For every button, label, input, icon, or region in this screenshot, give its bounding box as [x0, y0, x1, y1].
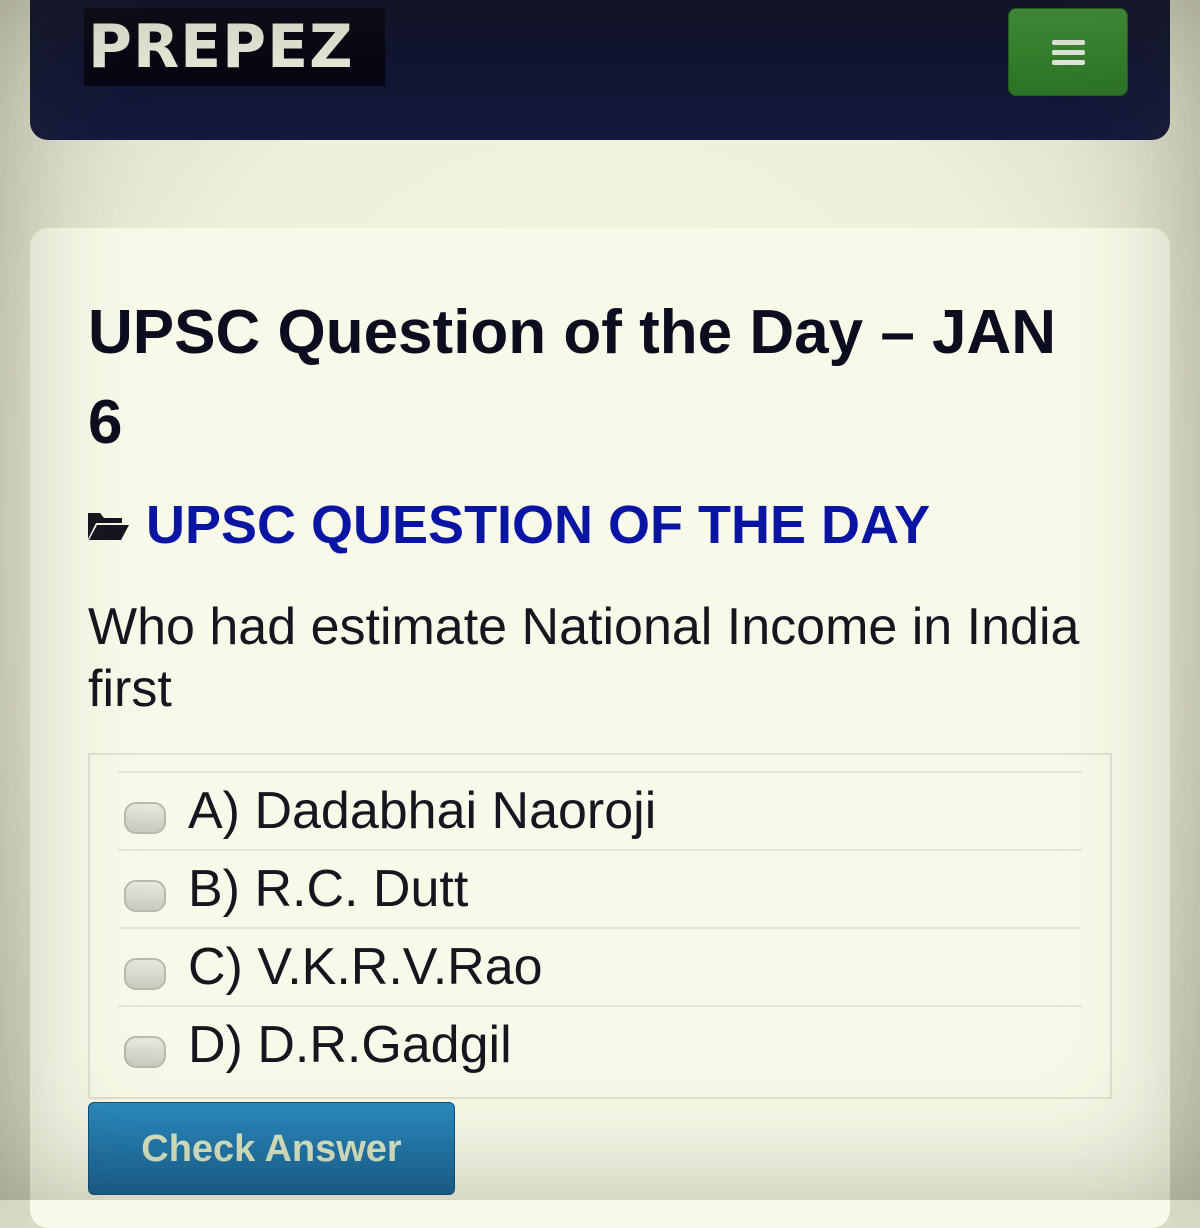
question-text: Who had estimate National Income in Indi…: [88, 598, 1080, 718]
option-label: A) Dadabhai Naoroji: [188, 782, 657, 840]
option-label: D) D.R.Gadgil: [188, 1016, 512, 1074]
radio-button[interactable]: [124, 958, 166, 990]
folder-open-icon: [86, 509, 130, 541]
option-label: C) V.K.R.V.Rao: [188, 938, 543, 996]
option-d[interactable]: D) D.R.Gadgil: [118, 1005, 1082, 1083]
hamburger-icon: [1052, 40, 1085, 70]
post-card: UPSC Question of the Day – JAN 6 UPSC QU…: [30, 228, 1170, 1228]
radio-button[interactable]: [124, 1036, 166, 1068]
category-row: UPSC QUESTION OF THE DAY: [86, 490, 930, 560]
top-navbar: PREPEZ: [30, 0, 1170, 140]
option-b[interactable]: B) R.C. Dutt: [118, 849, 1082, 927]
category-link[interactable]: UPSC QUESTION OF THE DAY: [146, 490, 930, 560]
options-group: A) Dadabhai Naoroji B) R.C. Dutt C) V.K.…: [88, 753, 1112, 1099]
site-logo[interactable]: PREPEZ: [84, 8, 385, 86]
menu-button[interactable]: [1008, 8, 1128, 96]
radio-button[interactable]: [124, 880, 166, 912]
option-c[interactable]: C) V.K.R.V.Rao: [118, 927, 1082, 1005]
page-title: UPSC Question of the Day – JAN 6: [88, 298, 1057, 457]
option-a[interactable]: A) Dadabhai Naoroji: [118, 771, 1082, 849]
check-answer-button[interactable]: Check Answer: [88, 1102, 455, 1195]
option-label: B) R.C. Dutt: [188, 860, 469, 918]
radio-button[interactable]: [124, 802, 166, 834]
